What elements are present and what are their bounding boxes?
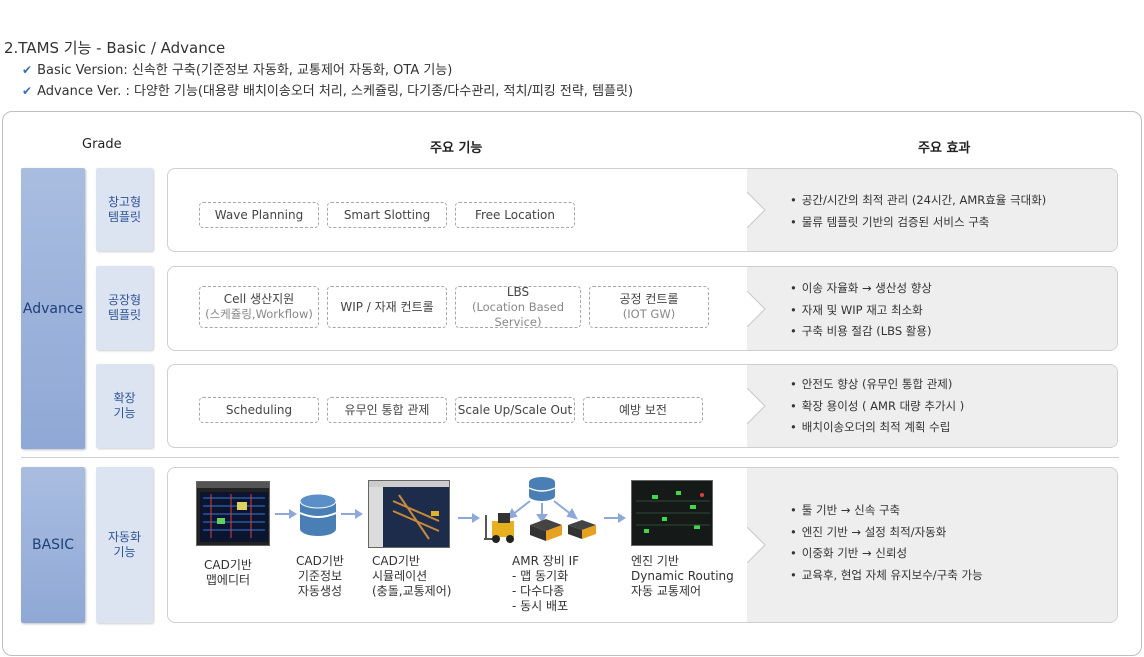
step-text: (충돌,교통제어) [372,584,452,598]
step-text: - 동시 배포 [512,599,569,613]
column-header-effects: 주요 효과 [918,141,971,156]
feature-sub: (스케쥴링,Workflow) [205,307,313,321]
feature-main: 공정 컨트롤 [619,292,679,306]
step-text: 맵에디터 [205,573,251,587]
feature-lbs: LBS (Location Based Service) [455,284,581,329]
step-text: 자동생성 [297,584,343,598]
amr-robot-icon [568,520,596,539]
column-header-functions: 주요 기능 [430,141,483,156]
chevron-right-icon [747,527,766,563]
feature-wip-control: WIP / 자재 컨트롤 [327,286,447,328]
feature-process-control: 공정 컨트롤 (IOT GW) [589,286,709,328]
feature-sub: (Location Based Service) [471,299,565,329]
effect-item: 확장 용이성 ( AMR 대량 추가시 ) [790,396,965,418]
row-warehouse: Wave Planning Smart Slotting Free Locati… [167,168,1118,252]
effects-list: 툴 기반 → 신속 구축 엔진 기반 → 설정 최적/자동화 이중화 기반 → … [790,500,983,586]
category-automation: 자동화 기능 [96,467,153,623]
row-extension: Scheduling 유무인 통합 관제 Scale Up/Scale Out … [167,364,1118,448]
effect-item: 안전도 향상 (유무인 통합 관제) [790,374,964,396]
engine-routing-image [631,480,713,546]
step-cad-simulation: CAD기반 시뮬레이션 (충돌,교통제어) [372,554,451,599]
effect-item: 배치이송오더의 최적 계획 수립 [790,417,964,439]
bullet-basic: ✔ Basic Version: 신속한 구축(기준정보 자동화, 교통제어 자동… [22,59,452,78]
effect-item: 구축 비용 절감 (LBS 활용) [790,321,932,343]
cad-map-editor-image [196,481,270,546]
feature-integrated-control: 유무인 통합 관제 [327,397,447,423]
feature-cell-production: Cell 생산지원 (스케쥴링,Workflow) [199,286,319,328]
feature-smart-slotting: Smart Slotting [327,202,447,228]
bullet-text: Advance Ver. : 다양한 기능(대용량 배치이송오더 처리, 스케쥴… [37,84,634,99]
feature-scale-up-out: Scale Up/Scale Out [455,397,575,423]
arrow-right-icon [275,509,297,519]
feature-preventive-maintenance: 예방 보전 [583,397,703,423]
row-factory: Cell 생산지원 (스케쥴링,Workflow) WIP / 자재 컨트롤 L… [167,266,1118,351]
check-icon: ✔ [22,63,33,77]
chevron-right-icon [747,290,766,327]
grade-advance: Advance [21,168,85,449]
feature-main: LBS [506,284,530,299]
category-factory-template: 공장형 템플릿 [96,266,153,350]
effect-item: 물류 템플릿 기반의 검증된 서비스 구축 [790,212,1046,234]
step-text: - 맵 동기화 [512,569,569,583]
step-text: Dynamic Routing [631,569,734,583]
cad-simulation-image [368,480,450,548]
effect-item: 교육후, 현업 자체 유지보수/구축 가능 [790,565,983,587]
arrow-right-icon [341,509,363,519]
arrow-right-icon [458,513,480,523]
category-extension: 확장 기능 [96,364,153,448]
step-cad-map-editor: CAD기반 맵에디터 [204,558,252,588]
row-automation: CAD기반 맵에디터 CAD기반 기준정보 자동생성 CAD기반 시뮬레이션 (… [167,467,1118,623]
feature-main: Cell 생산지원 [223,292,295,306]
step-text: 엔진 기반 [631,554,679,568]
column-header-grade: Grade [82,137,122,152]
step-text: 자동 교통제어 [631,584,702,598]
database-icon [528,477,556,501]
check-icon: ✔ [22,84,33,98]
chevron-right-icon [747,388,766,424]
category-warehouse-template: 창고형 템플릿 [96,168,153,251]
step-text: CAD기반 [296,554,344,568]
amr-interface-graphic [484,477,596,543]
effect-item: 자재 및 WIP 재고 최소화 [790,300,932,322]
page-title: 2.TAMS 기능 - Basic / Advance [4,39,226,57]
effects-list: 안전도 향상 (유무인 통합 관제) 확장 용이성 ( AMR 대량 추가시 )… [790,374,965,439]
step-text: CAD기반 [204,558,252,572]
step-amr-if: AMR 장비 IF - 맵 동기화 - 다수다종 - 동시 배포 [512,554,579,614]
effect-item: 툴 기반 → 신속 구축 [790,500,983,522]
forklift-icon [484,513,514,543]
effects-list: 공간/시간의 최적 관리 (24시간, AMR효율 극대화) 물류 템플릿 기반… [790,190,1046,233]
step-text: - 다수다종 [512,584,565,598]
feature-main: WIP / 자재 컨트롤 [340,299,434,314]
section-divider [21,457,1119,458]
effect-item: 엔진 기반 → 설정 최적/자동화 [790,522,983,544]
grade-basic: BASIC [21,467,85,623]
step-text: AMR 장비 IF [512,554,580,568]
feature-wave-planning: Wave Planning [199,202,319,228]
step-text: 기준정보 [297,569,343,583]
effect-item: 공간/시간의 최적 관리 (24시간, AMR효율 극대화) [790,190,1046,212]
database-icon [299,493,337,536]
feature-free-location: Free Location [455,202,575,228]
feature-sub: (IOT GW) [622,307,676,321]
amr-robot-icon [530,519,562,541]
step-text: 시뮬레이션 [372,569,428,583]
bullet-advance: ✔ Advance Ver. : 다양한 기능(대용량 배치이송오더 처리, 스케… [22,80,633,99]
step-cad-base-info: CAD기반 기준정보 자동생성 [296,554,344,599]
effect-item: 이송 자율화 → 생산성 향상 [790,278,932,300]
feature-scheduling: Scheduling [199,397,319,423]
effect-item: 이중화 기반 → 신뢰성 [790,543,983,565]
chevron-right-icon [747,192,766,228]
step-engine-routing: 엔진 기반 Dynamic Routing 자동 교통제어 [631,554,734,599]
effects-list: 이송 자율화 → 생산성 향상 자재 및 WIP 재고 최소화 구축 비용 절감… [790,278,932,343]
step-text: CAD기반 [372,554,420,568]
arrow-right-icon [604,513,626,523]
bullet-text: Basic Version: 신속한 구축(기준정보 자동화, 교통제어 자동화… [37,63,453,78]
